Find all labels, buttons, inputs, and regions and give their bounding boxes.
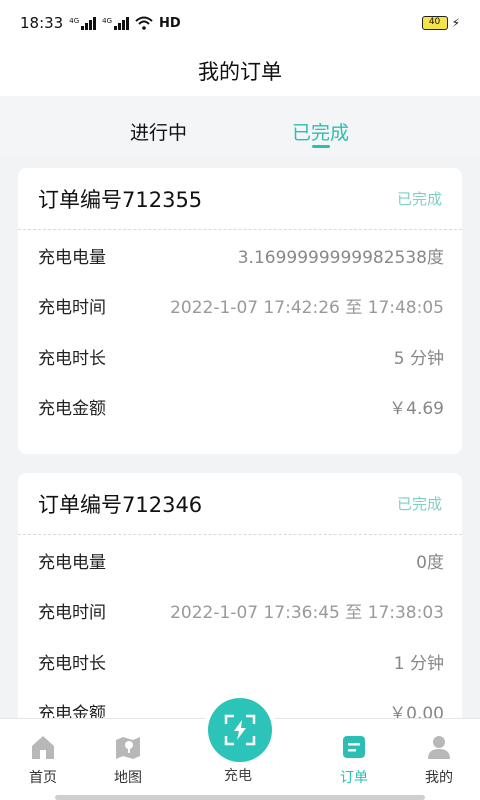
tabbar-label: 地图 — [114, 770, 142, 786]
order-number: 订单编号712355 — [38, 187, 203, 212]
home-icon — [32, 736, 54, 759]
order-status: 已完成 — [396, 495, 442, 513]
tab-completed[interactable]: 已完成 — [292, 118, 349, 145]
order-card-header: 订单编号712355 已完成 — [18, 168, 462, 230]
row-label: 充电电量 — [38, 247, 106, 268]
status-left: 18:33 4G 4G HD — [20, 14, 181, 32]
tabbar-item-mine[interactable]: 我的 — [409, 733, 469, 787]
order-row-duration: 充电时长 1 分钟 — [18, 636, 462, 687]
tabbar-item-map[interactable]: 地图 — [98, 733, 158, 787]
home-indicator[interactable] — [55, 795, 425, 800]
row-label: 充电时间 — [38, 298, 106, 319]
row-label: 充电电量 — [38, 552, 106, 573]
order-row-amount: 充电金额 ￥4.69 — [18, 382, 462, 433]
tabbar-item-home[interactable]: 首页 — [13, 733, 73, 787]
charge-button-inner — [208, 698, 272, 762]
tabbar-label: 首页 — [29, 770, 57, 786]
charge-label: 充电 — [224, 768, 252, 784]
order-card[interactable]: 订单编号712355 已完成 充电电量 3.1699999999982538度 … — [18, 168, 462, 454]
row-label: 充电时间 — [38, 603, 106, 624]
order-row-time: 充电时间 2022-1-07 17:36:45 至 17:38:03 — [18, 586, 462, 637]
order-row-duration: 充电时长 5 分钟 — [18, 331, 462, 382]
status-bar: 18:33 4G 4G HD 40 ⚡ — [0, 0, 480, 46]
page-title: 我的订单 — [198, 60, 282, 84]
tabbar-item-orders[interactable]: 订单 — [324, 733, 384, 787]
scan-charge-icon — [224, 714, 256, 746]
battery-icon: 40 — [421, 16, 448, 30]
status-time: 18:33 — [20, 14, 64, 32]
row-value: 2022-1-07 17:42:26 至 17:48:05 — [170, 298, 444, 319]
row-label: 充电金额 — [38, 399, 106, 420]
order-tabs: 进行中 已完成 — [0, 96, 480, 156]
order-row-energy: 充电电量 3.1699999999982538度 — [18, 230, 462, 281]
row-label: 充电时长 — [38, 653, 106, 674]
row-value: 3.1699999999982538度 — [237, 247, 444, 268]
network-type: HD — [159, 15, 181, 31]
order-number: 订单编号712346 — [38, 492, 203, 517]
row-label: 充电时长 — [38, 348, 106, 369]
row-value: 0度 — [416, 552, 444, 573]
order-card[interactable]: 订单编号712346 已完成 充电电量 0度 充电时间 2022-1-07 17… — [18, 473, 462, 723]
user-icon — [428, 736, 450, 759]
order-list-icon — [343, 736, 365, 758]
order-row-energy: 充电电量 0度 — [18, 535, 462, 586]
row-value: ￥4.69 — [389, 399, 444, 420]
tab-active-indicator — [312, 145, 330, 148]
status-right: 40 ⚡ — [421, 16, 460, 30]
charging-icon: ⚡ — [451, 16, 460, 30]
row-value: 1 分钟 — [393, 653, 444, 674]
row-value: 5 分钟 — [393, 348, 444, 369]
signal-icon: 4G — [69, 16, 97, 30]
tabbar-label: 订单 — [340, 770, 368, 786]
tabbar-label: 我的 — [425, 770, 453, 786]
signal-icon-2: 4G — [102, 16, 130, 30]
page-header: 我的订单 — [0, 46, 480, 96]
signal-tag: 4G — [69, 17, 80, 25]
order-status: 已完成 — [396, 190, 442, 208]
row-value: 2022-1-07 17:36:45 至 17:38:03 — [170, 603, 444, 624]
order-card-header: 订单编号712346 已完成 — [18, 473, 462, 535]
signal-tag: 4G — [102, 17, 113, 25]
tab-ongoing[interactable]: 进行中 — [130, 118, 187, 145]
order-row-time: 充电时间 2022-1-07 17:42:26 至 17:48:05 — [18, 281, 462, 332]
map-icon — [116, 737, 140, 759]
wifi-icon — [135, 16, 153, 30]
charge-button[interactable] — [204, 694, 276, 766]
